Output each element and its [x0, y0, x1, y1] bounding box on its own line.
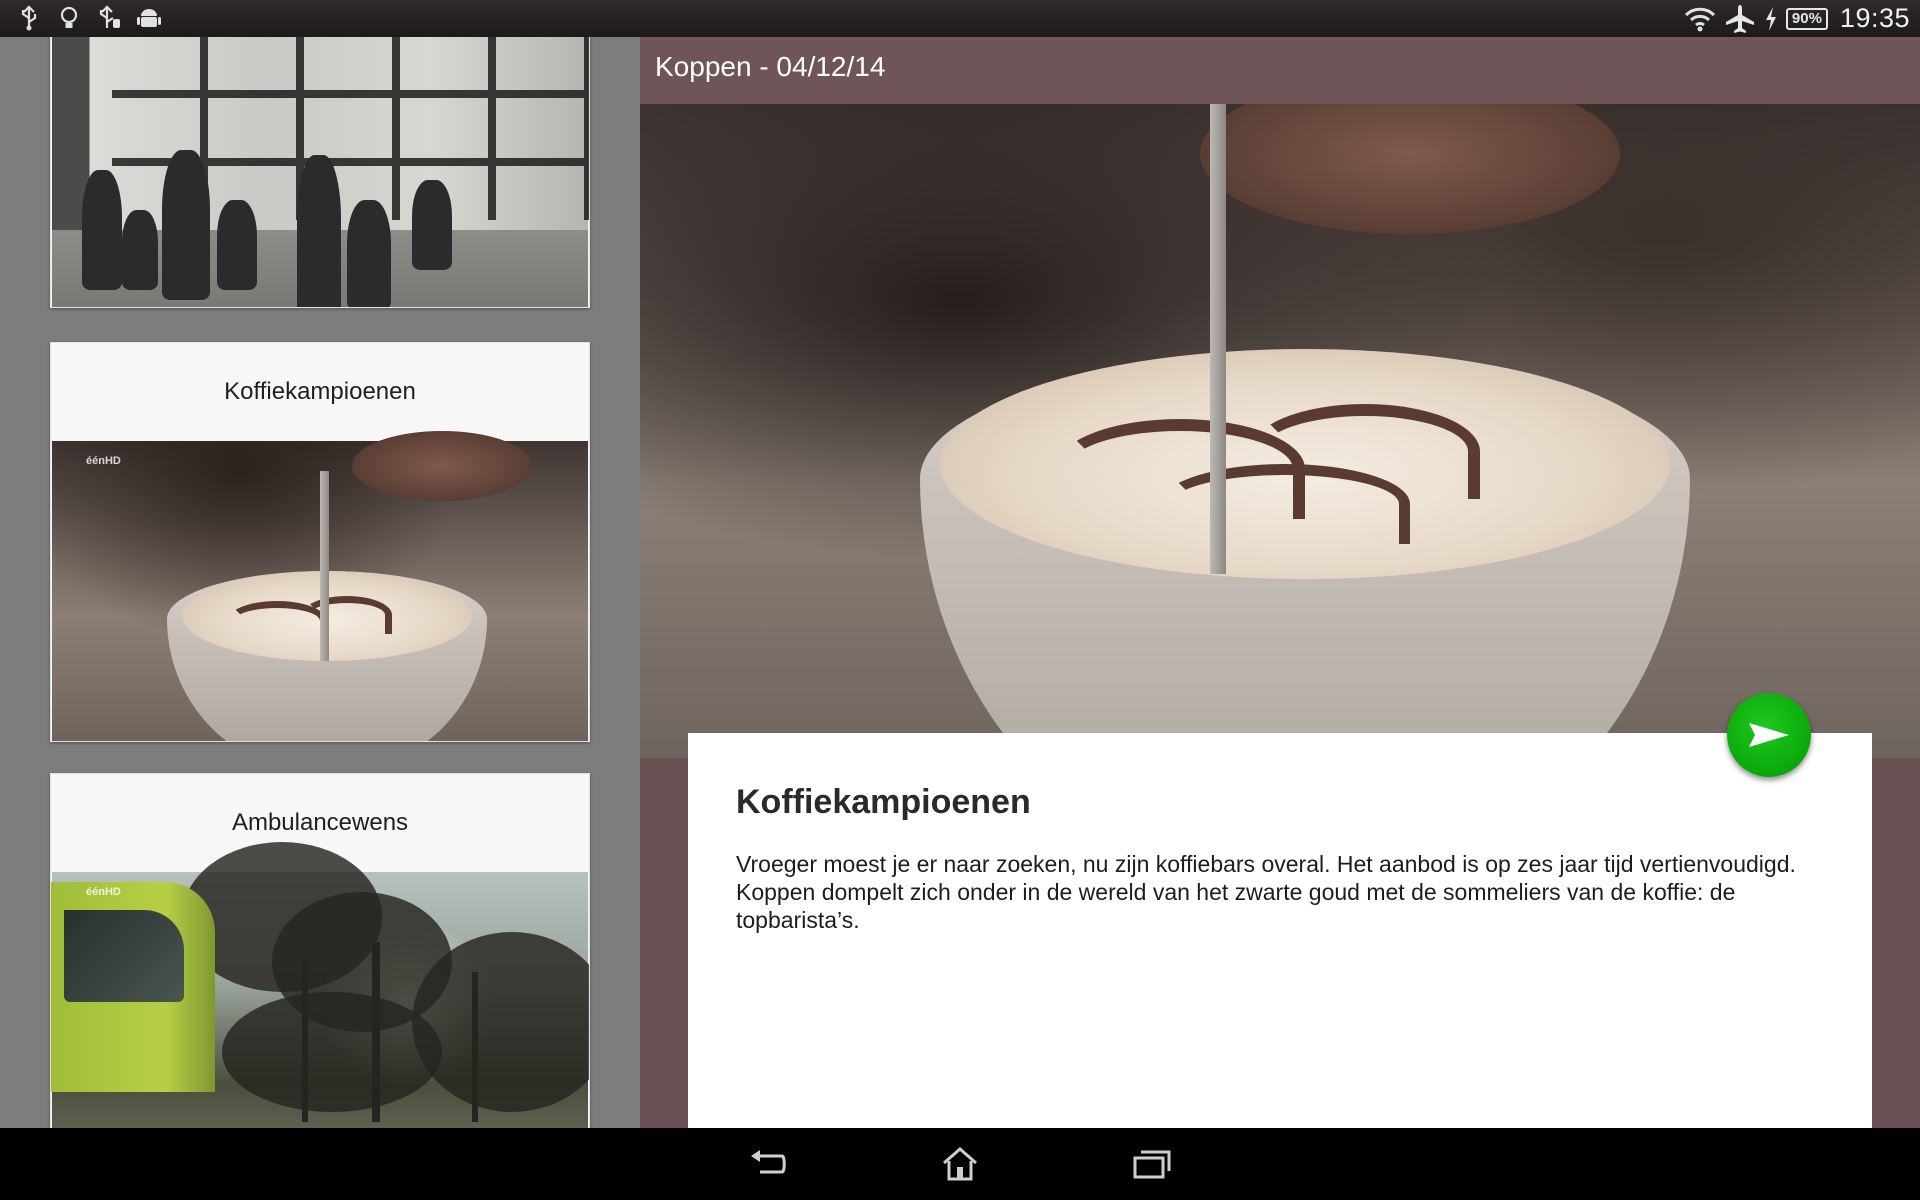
- battery-indicator: 90%: [1785, 7, 1828, 30]
- usb-icon: [21, 5, 37, 31]
- play-button[interactable]: [1727, 693, 1811, 777]
- episode-list[interactable]: Koffiekampioenen éénHD Ambulancewens één…: [0, 37, 640, 1128]
- channel-logo: éénHD: [86, 886, 121, 898]
- back-button[interactable]: [736, 1138, 800, 1190]
- steam-wand: [1210, 104, 1226, 574]
- person-figure: [412, 180, 452, 270]
- clock: 19:35: [1839, 3, 1910, 33]
- detail-card: Koffiekampioenen Vroeger moest je er naa…: [688, 733, 1872, 1128]
- episode-title: Koffiekampioenen: [736, 783, 1031, 821]
- recent-apps-icon: [1133, 1150, 1171, 1179]
- channel-logo: éénHD: [86, 455, 121, 467]
- tree-shape: [412, 932, 589, 1112]
- latte-art: [1160, 464, 1410, 544]
- thumbnail-image: éénHD: [52, 431, 588, 741]
- ambulance-van: [51, 882, 215, 1092]
- bulb-icon: [60, 6, 78, 28]
- van-window: [64, 910, 184, 1002]
- person-figure: [217, 200, 257, 290]
- play-icon: [1749, 723, 1789, 747]
- list-item[interactable]: Ambulancewens éénHD: [50, 773, 590, 1128]
- hand-shape: [1200, 104, 1620, 234]
- status-bar: 90% 19:35: [0, 0, 1920, 37]
- notification-icons: [16, 4, 162, 32]
- charging-icon: [1765, 6, 1776, 31]
- android-icon: [137, 9, 161, 27]
- detail-header: Koppen - 04/12/14: [640, 37, 1920, 104]
- list-item[interactable]: [50, 37, 590, 308]
- person-figure: [162, 150, 210, 300]
- usb-debug-icon: [99, 5, 120, 28]
- person-figure: [82, 170, 122, 290]
- hand-shape: [352, 431, 532, 501]
- person-figure: [122, 210, 158, 290]
- home-button[interactable]: [928, 1138, 992, 1190]
- latte-art: [302, 596, 392, 634]
- home-icon: [943, 1147, 977, 1181]
- program-date-title: Koppen - 04/12/14: [655, 51, 886, 82]
- thumbnail-image: [52, 37, 589, 307]
- steam-wand: [320, 471, 329, 661]
- list-item[interactable]: Koffiekampioenen éénHD: [50, 342, 590, 742]
- recent-apps-button[interactable]: [1120, 1138, 1184, 1190]
- episode-description: Vroeger moest je er naar zoeken, nu zijn…: [736, 851, 1796, 933]
- airplane-mode-icon: [1725, 4, 1754, 33]
- person-figure: [297, 155, 341, 307]
- person-figure: [347, 200, 391, 307]
- hero-image: [640, 104, 1920, 758]
- list-item-title: Koffiekampioenen: [224, 378, 416, 405]
- back-icon: [751, 1150, 786, 1174]
- navigation-bar: [0, 1128, 1920, 1200]
- system-indicators: 90% 19:35: [1684, 0, 1910, 37]
- tree-trunk: [372, 942, 380, 1122]
- wifi-icon: [1684, 7, 1715, 31]
- episode-detail: Koppen - 04/12/14 Koffiekampioenen Vroeg…: [640, 37, 1920, 1128]
- tree-trunk: [472, 972, 478, 1122]
- tree-trunk: [302, 962, 308, 1122]
- tree-shape: [222, 992, 442, 1112]
- thumbnail-image: éénHD: [51, 842, 589, 1128]
